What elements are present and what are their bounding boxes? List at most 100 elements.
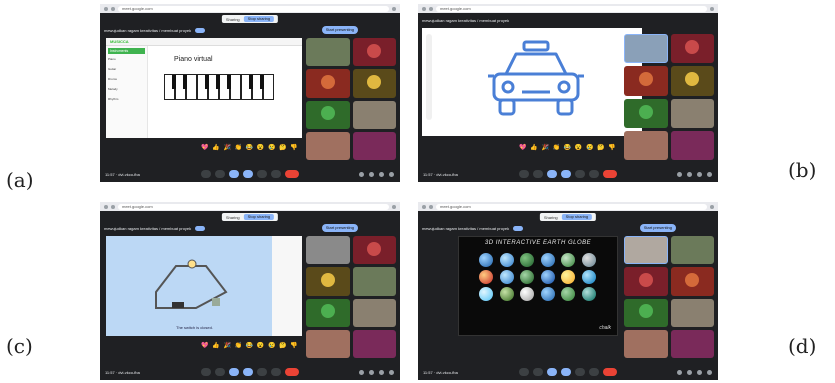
sidebar-item[interactable]: Melody — [108, 87, 145, 91]
address-bar[interactable]: meet.google.com — [436, 5, 707, 12]
address-bar[interactable]: meet.google.com — [436, 203, 707, 210]
audio-toggle[interactable] — [513, 225, 524, 231]
raise-hand-icon[interactable] — [575, 170, 585, 178]
reload-icon[interactable] — [111, 6, 115, 11]
present-icon[interactable] — [243, 368, 253, 376]
sidebar-item[interactable]: Guitar — [108, 67, 145, 71]
participant-tile[interactable] — [624, 130, 668, 160]
reactions-bar[interactable]: 💖 👍 🎉 👏 😂 😮 😢 🤔 👎 — [201, 342, 299, 349]
piano-key[interactable] — [230, 74, 241, 100]
captions-icon[interactable] — [229, 170, 239, 178]
chat-icon[interactable] — [697, 171, 702, 177]
end-call-button[interactable] — [285, 368, 299, 376]
piano-key-black[interactable] — [172, 75, 176, 90]
address-bar[interactable]: meet.google.com — [118, 203, 389, 210]
participant-tile[interactable] — [670, 236, 714, 265]
back-icon[interactable] — [422, 6, 426, 11]
back-icon[interactable] — [422, 204, 426, 209]
globe-item[interactable] — [540, 253, 555, 267]
globe-item[interactable] — [581, 253, 596, 267]
raise-hand-icon[interactable] — [575, 368, 585, 376]
mic-icon[interactable] — [519, 368, 529, 376]
globe-item[interactable] — [479, 270, 493, 284]
globe-item[interactable] — [520, 253, 534, 267]
globe-item[interactable] — [520, 270, 534, 284]
end-call-button[interactable] — [285, 170, 299, 178]
address-bar[interactable]: meet.google.com — [118, 5, 389, 12]
piano-key-black[interactable] — [205, 75, 209, 90]
piano-key-black[interactable] — [260, 75, 264, 90]
activities-icon[interactable] — [707, 171, 712, 177]
participant-tile[interactable] — [352, 236, 396, 265]
participant-tile[interactable] — [352, 267, 396, 296]
activities-icon[interactable] — [389, 369, 394, 375]
participant-tile[interactable] — [670, 130, 714, 160]
participant-tile[interactable] — [624, 34, 668, 64]
participant-tile[interactable] — [352, 329, 396, 358]
more-icon[interactable] — [271, 170, 281, 178]
raise-hand-icon[interactable] — [257, 368, 267, 376]
participant-tile[interactable] — [352, 38, 396, 67]
reload-icon[interactable] — [111, 204, 115, 209]
present-button[interactable]: Start presenting — [639, 224, 676, 232]
sidebar-item[interactable]: Rhythm — [108, 97, 145, 101]
activities-icon[interactable] — [389, 171, 394, 177]
reload-icon[interactable] — [429, 6, 433, 11]
participant-tile[interactable] — [670, 267, 714, 296]
piano-keyboard[interactable] — [164, 74, 274, 100]
participant-tile[interactable] — [306, 236, 350, 265]
back-icon[interactable] — [104, 204, 108, 209]
piano-key[interactable] — [252, 74, 264, 100]
end-call-button[interactable] — [603, 170, 617, 178]
reload-icon[interactable] — [429, 204, 433, 209]
stop-sharing-button[interactable]: Stop sharing — [561, 214, 593, 220]
participant-tile[interactable] — [624, 298, 668, 327]
globe-item[interactable] — [561, 253, 575, 267]
participant-tile[interactable] — [352, 298, 396, 327]
captions-icon[interactable] — [229, 368, 239, 376]
drawing-toolbar[interactable] — [426, 34, 432, 120]
present-icon[interactable] — [561, 368, 571, 376]
participant-tile[interactable] — [306, 69, 350, 98]
globe-item[interactable] — [479, 287, 493, 301]
info-icon[interactable] — [359, 171, 364, 177]
participant-tile[interactable] — [352, 69, 396, 98]
back-icon[interactable] — [104, 6, 108, 11]
globe-item[interactable] — [499, 287, 514, 301]
reactions-bar[interactable]: 💖 👍 🎉 👏 😂 😮 😢 🤔 👎 — [201, 144, 299, 151]
piano-key[interactable] — [197, 74, 209, 100]
profile-icon[interactable] — [392, 6, 396, 11]
piano-key-black[interactable] — [249, 75, 253, 90]
piano-key[interactable] — [175, 74, 187, 100]
participant-tile[interactable] — [624, 329, 668, 358]
participant-tile[interactable] — [670, 98, 714, 128]
mic-icon[interactable] — [201, 368, 211, 376]
sidebar-item[interactable]: Piano — [108, 57, 145, 61]
more-icon[interactable] — [589, 368, 599, 376]
people-icon[interactable] — [369, 171, 374, 177]
chat-icon[interactable] — [379, 171, 384, 177]
camera-icon[interactable] — [533, 368, 543, 376]
piano-key[interactable] — [208, 74, 220, 100]
raise-hand-icon[interactable] — [257, 170, 267, 178]
globe-item[interactable] — [499, 253, 514, 267]
stop-sharing-button[interactable]: Stop sharing — [243, 214, 275, 220]
camera-icon[interactable] — [533, 170, 543, 178]
participant-tile[interactable] — [624, 267, 668, 296]
participant-tile[interactable] — [670, 66, 714, 96]
piano-key[interactable] — [164, 74, 176, 100]
mic-icon[interactable] — [519, 170, 529, 178]
profile-icon[interactable] — [392, 204, 396, 209]
audio-toggle[interactable] — [195, 27, 206, 33]
participant-tile[interactable] — [352, 131, 396, 160]
participant-tile[interactable] — [306, 298, 350, 327]
info-icon[interactable] — [677, 369, 682, 375]
present-button[interactable]: Start presenting — [321, 26, 358, 34]
piano-key[interactable] — [186, 74, 197, 100]
globe-item[interactable] — [540, 270, 555, 284]
globe-item[interactable] — [581, 270, 596, 284]
globe-item[interactable] — [581, 287, 596, 301]
profile-icon[interactable] — [710, 6, 714, 11]
reactions-bar[interactable]: 💖 👍 🎉 👏 😂 😮 😢 🤔 👎 — [519, 144, 617, 151]
globe-item[interactable] — [479, 253, 493, 267]
